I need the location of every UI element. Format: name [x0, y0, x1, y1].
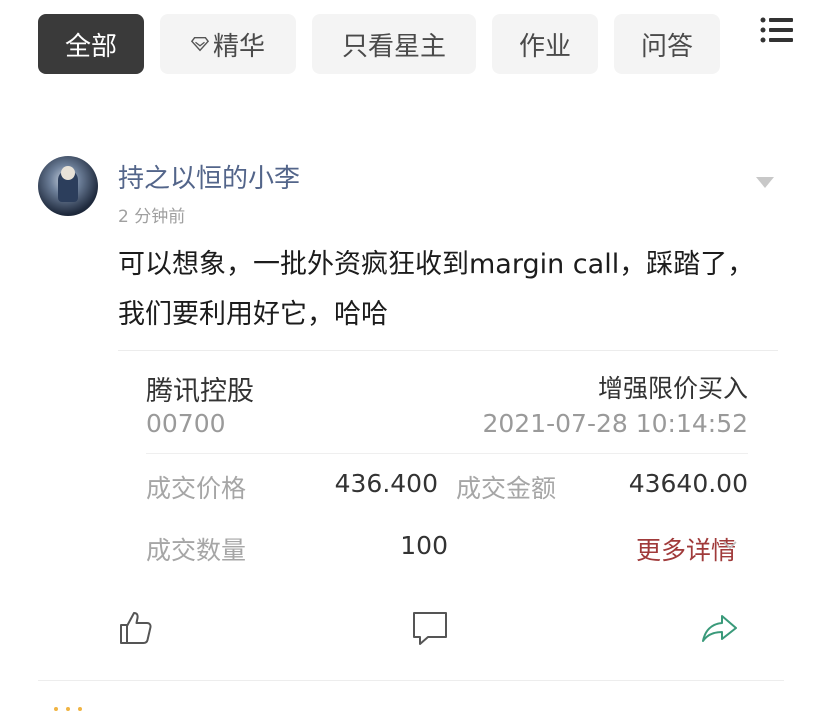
card-divider	[146, 453, 748, 454]
tab-qa[interactable]: 问答	[614, 14, 720, 74]
post-text: 可以想象，一批外资疯狂收到margin call，踩踏了，我们要利用好它，哈哈	[118, 249, 755, 330]
quantity-value: 100	[400, 531, 448, 560]
tab-homework-label: 作业	[518, 31, 571, 62]
tab-all[interactable]: 全部	[38, 14, 144, 74]
amount-label: 成交金额	[456, 474, 557, 503]
list-menu-icon[interactable]	[760, 16, 794, 44]
price-value: 436.400	[334, 469, 438, 498]
order-type: 增强限价买入	[597, 374, 748, 403]
chevron-down-icon[interactable]	[722, 537, 738, 553]
tab-featured[interactable]: 精华	[160, 14, 296, 74]
stock-name: 腾讯控股	[146, 376, 254, 407]
tab-homework[interactable]: 作业	[492, 14, 598, 74]
author-name[interactable]: 持之以恒的小李	[118, 158, 300, 195]
stock-code: 00700	[146, 409, 226, 438]
tab-all-label: 全部	[64, 31, 117, 62]
tab-owner-only-label: 只看星主	[341, 31, 446, 62]
like-icon[interactable]	[116, 608, 156, 648]
post-divider	[38, 680, 784, 681]
order-time: 2021-07-28 10:14:52	[482, 409, 748, 438]
tab-owner-only[interactable]: 只看星主	[312, 14, 476, 74]
more-details-link[interactable]: 更多详情	[636, 531, 736, 567]
tab-featured-label: 精华	[212, 31, 265, 62]
post-time: 2 分钟前	[118, 207, 186, 227]
post-options-icon[interactable]	[756, 177, 774, 188]
tab-qa-label: 问答	[640, 31, 693, 62]
diamond-icon	[190, 36, 209, 52]
next-post-peek	[54, 707, 82, 711]
avatar[interactable]	[38, 156, 98, 216]
comment-icon[interactable]	[410, 608, 450, 648]
amount-value: 43640.00	[628, 469, 748, 498]
quantity-label: 成交数量	[146, 536, 247, 565]
filter-tab-bar: 全部 精华 只看星主 作业 问答	[38, 14, 816, 74]
price-label: 成交价格	[146, 474, 247, 503]
trade-card[interactable]: 腾讯控股 增强限价买入 00700 2021-07-28 10:14:52 成交…	[118, 350, 778, 582]
share-icon[interactable]	[700, 608, 740, 648]
